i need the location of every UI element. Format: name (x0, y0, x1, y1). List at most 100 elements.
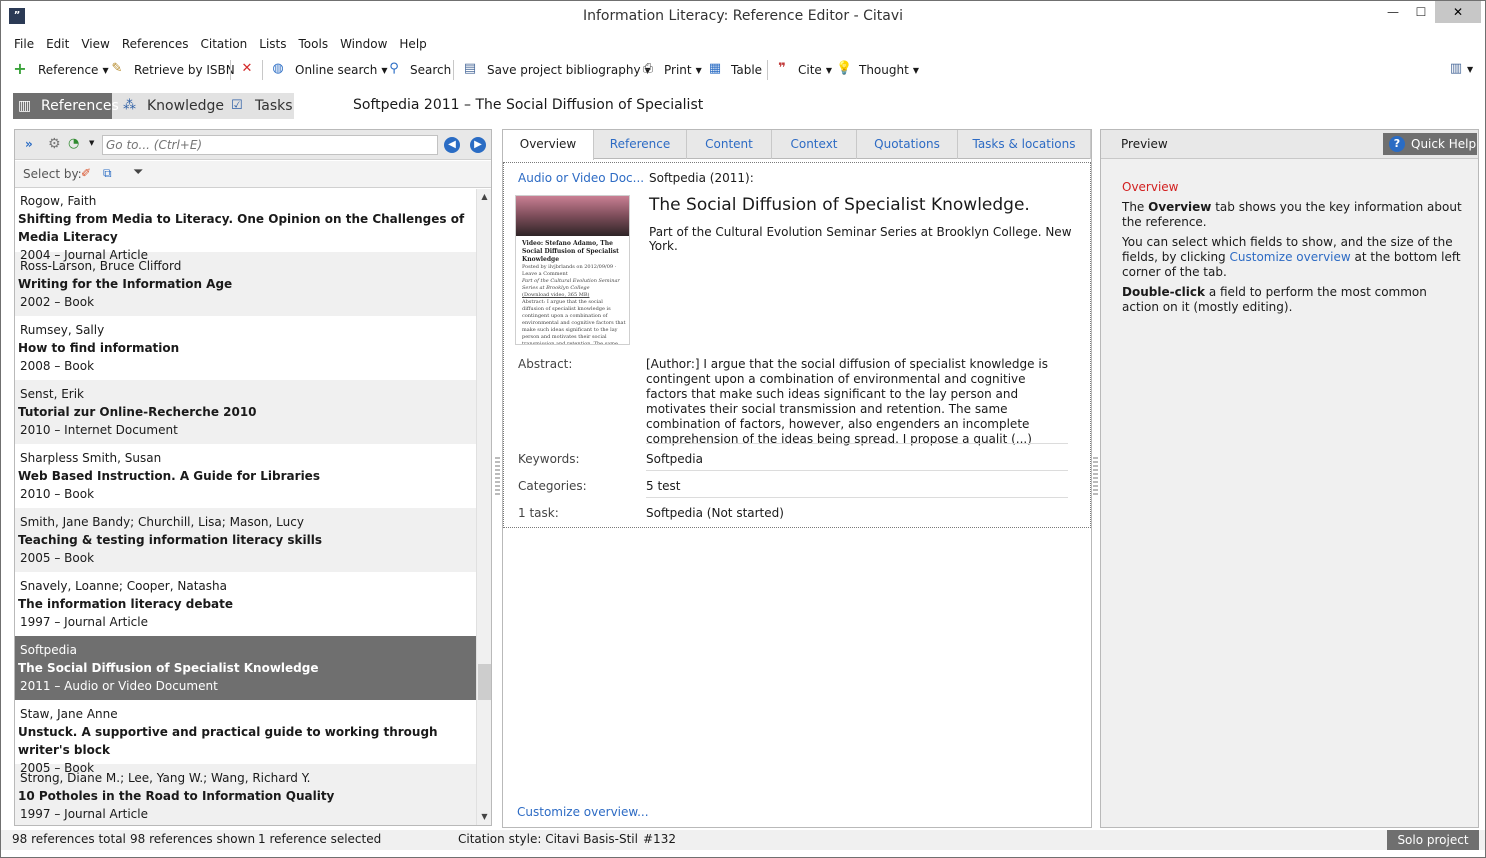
list-item-selected[interactable]: Softpedia The Social Diffusion of Specia… (15, 636, 476, 700)
online-search-label: Online search (295, 63, 378, 77)
nav-tasks[interactable]: ☑ Tasks (227, 93, 293, 119)
current-reference-heading: Softpedia 2011 – The Social Diffusion of… (353, 97, 704, 113)
abstract-field[interactable]: [Author:] I argue that the social diffus… (646, 357, 1068, 447)
group-select-icon[interactable]: ⧉ (103, 166, 112, 181)
thought-button[interactable]: Thought ▼ (859, 60, 919, 80)
tag-select-icon[interactable]: ✐ (81, 166, 91, 180)
menu-help[interactable]: Help (393, 34, 432, 54)
scrollbar-thumb[interactable] (478, 664, 491, 700)
globe-search-icon: ◍ (272, 61, 284, 76)
ref-year-type: 2011 – Audio or Video Document (20, 679, 218, 693)
forward-arrow-icon[interactable]: ▶ (470, 137, 486, 153)
ref-title: Tutorial zur Online-Recherche 2010 (18, 405, 257, 419)
customize-overview-help-link[interactable]: Customize overview (1230, 250, 1351, 264)
minimize-button[interactable]: — (1379, 1, 1407, 23)
list-item[interactable]: Rumsey, Sally How to find information 20… (15, 316, 476, 380)
scroll-down-icon[interactable]: ▼ (477, 809, 492, 824)
quick-help-button[interactable]: ? Quick Help (1383, 133, 1477, 155)
categories-field[interactable]: 5 test (646, 479, 1068, 494)
ref-author: Softpedia (20, 643, 77, 657)
filter-icon[interactable]: ⏷ (133, 165, 143, 180)
cite-button[interactable]: Cite ▼ (798, 60, 832, 80)
preview-tab[interactable]: Preview (1121, 137, 1168, 151)
splitter-handle[interactable] (495, 457, 500, 497)
ref-title: 10 Potholes in the Road to Information Q… (18, 789, 335, 803)
table-button[interactable]: Table (731, 60, 762, 80)
chevron-down-icon[interactable]: ▼ (696, 66, 702, 75)
help-paragraph: You can select which fields to show, and… (1122, 235, 1462, 280)
chevron-down-icon[interactable]: ▼ (913, 66, 919, 75)
menu-tools[interactable]: Tools (293, 34, 335, 54)
list-item[interactable]: Snavely, Loanne; Cooper, Natasha The inf… (15, 572, 476, 636)
ref-author: Snavely, Loanne; Cooper, Natasha (20, 579, 227, 593)
chevron-down-icon[interactable]: ▼ (1467, 60, 1473, 80)
list-item[interactable]: Rogow, Faith Shifting from Media to Lite… (15, 189, 476, 262)
search-button[interactable]: Search (410, 60, 451, 80)
list-item[interactable]: Staw, Jane Anne Unstuck. A supportive an… (15, 700, 476, 775)
tab-context[interactable]: Context (772, 130, 857, 159)
field-divider (646, 497, 1068, 498)
ref-title: The Social Diffusion of Specialist Knowl… (18, 661, 319, 675)
menu-lists[interactable]: Lists (253, 34, 292, 54)
menu-references[interactable]: References (116, 34, 195, 54)
status-selected: 1 reference selected (258, 832, 382, 846)
toolbar-divider (230, 60, 231, 80)
help-emphasis: Overview (1148, 200, 1212, 214)
tab-reference[interactable]: Reference (594, 130, 687, 159)
reference-button[interactable]: Reference ▼ (38, 60, 109, 80)
reference-type-link[interactable]: Audio or Video Doc... (518, 171, 644, 185)
list-scrollbar[interactable]: ▲ ▼ (476, 189, 491, 825)
list-item[interactable]: Sharpless Smith, Susan Web Based Instruc… (15, 444, 476, 508)
status-citation-style[interactable]: Citation style: Citavi Basis-Stil (458, 832, 638, 846)
chevron-down-icon[interactable]: ▼ (102, 66, 108, 75)
citation-text: Softpedia (2011): (649, 171, 754, 185)
menu-file[interactable]: File (1, 34, 40, 54)
list-toolbar: » ⚙ ◔ ▼ ◀ ▶ (15, 130, 491, 160)
project-type-badge[interactable]: Solo project (1387, 830, 1479, 850)
maximize-button[interactable]: ☐ (1407, 1, 1435, 23)
wand-icon: ✎ (111, 61, 123, 76)
close-button[interactable]: ✕ (1435, 1, 1481, 23)
retrieve-by-isbn-button[interactable]: Retrieve by ISBN (134, 60, 235, 80)
tab-content[interactable]: Content (687, 130, 772, 159)
history-icon[interactable]: ◔ (68, 136, 79, 151)
menu-edit[interactable]: Edit (40, 34, 75, 54)
nav-references[interactable]: ▥ References (13, 93, 119, 119)
splitter-handle[interactable] (1093, 457, 1098, 497)
ref-title: Unstuck. A supportive and practical guid… (18, 725, 438, 757)
chevron-down-icon[interactable]: ▼ (826, 66, 832, 75)
scroll-up-icon[interactable]: ▲ (477, 189, 492, 204)
print-button[interactable]: Print ▼ (664, 60, 702, 80)
expand-icon[interactable]: » (25, 137, 33, 151)
online-search-button[interactable]: Online search ▼ (295, 60, 388, 80)
bibliography-icon: ▤ (463, 61, 477, 76)
reference-thumbnail[interactable]: Video: Stefano Adamo, The Social Diffusi… (515, 195, 630, 345)
list-item[interactable]: Strong, Diane M.; Lee, Yang W.; Wang, Ri… (15, 764, 476, 825)
list-item[interactable]: Smith, Jane Bandy; Churchill, Lisa; Maso… (15, 508, 476, 572)
list-item[interactable]: Senst, Erik Tutorial zur Online-Recherch… (15, 380, 476, 444)
customize-overview-link[interactable]: Customize overview... (517, 805, 649, 819)
tab-tasks-locations[interactable]: Tasks & locations (958, 130, 1091, 159)
chevron-down-icon[interactable]: ▼ (89, 139, 94, 147)
tab-quotations[interactable]: Quotations (857, 130, 958, 159)
thumbnail-abstract: Abstract: I argue that the social diffus… (522, 299, 626, 345)
list-item[interactable]: Ross-Larson, Bruce Clifford Writing for … (15, 252, 476, 316)
menu-citation[interactable]: Citation (195, 34, 254, 54)
delete-icon[interactable]: ✕ (239, 61, 255, 77)
go-to-input[interactable] (102, 135, 438, 155)
keywords-field[interactable]: Softpedia (646, 452, 1068, 467)
back-arrow-icon[interactable]: ◀ (444, 137, 460, 153)
save-bibliography-button[interactable]: Save project bibliography ▼ (487, 60, 651, 80)
tab-overview[interactable]: Overview (502, 130, 594, 160)
menu-window[interactable]: Window (334, 34, 393, 54)
ref-author: Senst, Erik (20, 387, 84, 401)
layout-icon[interactable]: ▥ (1448, 61, 1464, 77)
nav-knowledge[interactable]: ⁂ Knowledge (119, 93, 224, 119)
ref-author: Staw, Jane Anne (20, 707, 118, 721)
gear-icon[interactable]: ⚙ (48, 136, 61, 152)
menu-view[interactable]: View (75, 34, 115, 54)
ref-author: Sharpless Smith, Susan (20, 451, 162, 465)
field-divider (646, 470, 1068, 471)
task-field[interactable]: Softpedia (Not started) (646, 506, 1068, 521)
quick-help-content: Overview The Overview tab shows you the … (1122, 180, 1462, 320)
